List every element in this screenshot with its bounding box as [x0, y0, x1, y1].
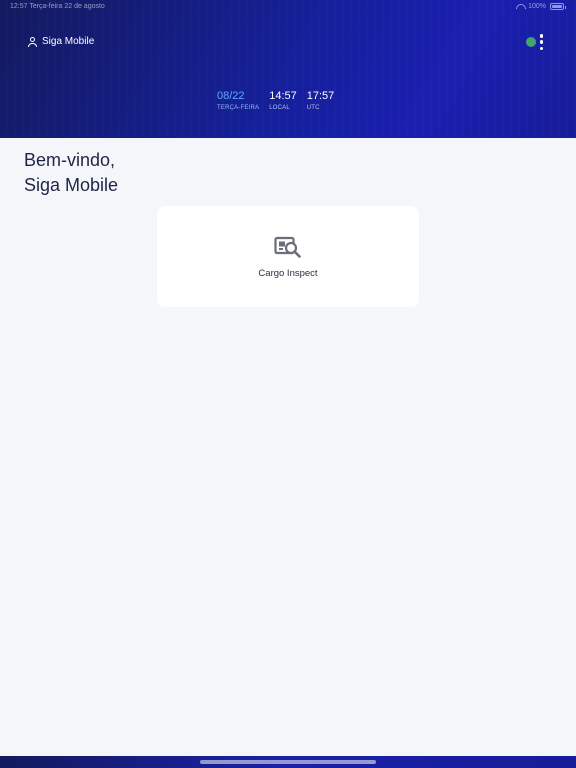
module-card-cargo-inspect[interactable]: Cargo Inspect: [157, 206, 419, 307]
battery-icon: [550, 3, 566, 10]
welcome-user-name: Siga Mobile: [24, 175, 119, 195]
status-indicators: 100%: [516, 3, 566, 10]
utc-time-label: UTC: [306, 105, 320, 111]
utc-time-value: 17:57: [306, 90, 335, 102]
module-label: Cargo Inspect: [258, 268, 318, 279]
local-time-label: LOCAL: [269, 105, 290, 111]
weekday-label: TERÇA-FEIRA: [217, 105, 260, 111]
bottom-bar: [0, 756, 576, 768]
home-indicator[interactable]: [200, 760, 376, 764]
status-bar: 12:57 Terça-feira 22 de agosto 100%: [0, 0, 576, 14]
user-profile-button[interactable]: Siga Mobile: [28, 36, 94, 47]
welcome-heading: Bem-vindo, Siga Mobile: [24, 148, 118, 198]
battery-percent: 100%: [528, 3, 546, 10]
clock-date: 08/22 TERÇA-FEIRA: [217, 90, 259, 111]
local-time-value: 14:57: [269, 90, 297, 102]
welcome-line: Bem-vindo,: [24, 150, 116, 170]
clock-local: 14:57 LOCAL: [269, 90, 297, 111]
clock-utc: 17:57 UTC: [307, 90, 335, 111]
user-name: Siga Mobile: [42, 36, 95, 47]
status-time-date: 12:57 Terça-feira 22 de agosto: [10, 3, 105, 10]
date-value: 08/22: [217, 90, 245, 102]
app-header: 12:57 Terça-feira 22 de agosto 100% Siga…: [0, 0, 576, 138]
clock-panel: 08/22 TERÇA-FEIRA 14:57 LOCAL 17:57 UTC: [217, 90, 334, 111]
user-icon: [28, 36, 37, 47]
connection-status-dot: [526, 37, 536, 47]
more-options-icon[interactable]: [539, 34, 544, 50]
cargo-inspect-icon: [274, 236, 301, 258]
wifi-icon: [516, 4, 524, 10]
